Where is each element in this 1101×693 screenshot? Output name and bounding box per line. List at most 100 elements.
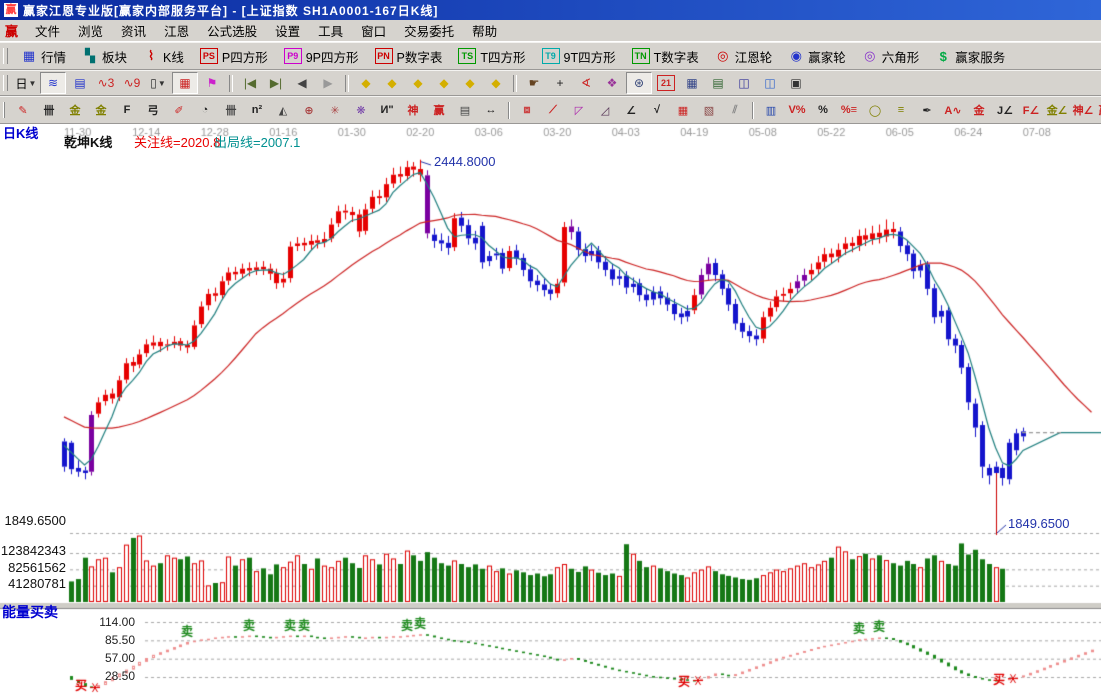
n-square-button[interactable]: n² bbox=[245, 100, 269, 120]
toolbar-button-kline[interactable]: ⌇K线 bbox=[135, 45, 192, 68]
menu-file[interactable]: 文件 bbox=[26, 19, 69, 42]
wave-9-button[interactable]: ∿9 bbox=[120, 73, 144, 93]
pen-tool-button[interactable]: ✎ bbox=[11, 100, 35, 120]
info-list-button[interactable]: ▤ bbox=[68, 73, 92, 93]
time-circle-button[interactable]: ◔ bbox=[193, 100, 217, 120]
fan-lines-button[interactable]: ⟋ bbox=[541, 100, 565, 120]
gold-grid-1-button[interactable]: 金 bbox=[63, 100, 87, 120]
first-bar-button[interactable]: |◀ bbox=[238, 73, 262, 93]
next-bar-button[interactable]: ▶ bbox=[316, 73, 340, 93]
menu-browse[interactable]: 浏览 bbox=[69, 19, 112, 42]
gann-web-button[interactable]: ❋ bbox=[349, 100, 373, 120]
last-bar-button[interactable]: ▶| bbox=[264, 73, 288, 93]
save-remote-button[interactable]: ◫ bbox=[758, 73, 782, 93]
gann-diamond-plus-button[interactable]: ◆ bbox=[484, 73, 508, 93]
gann-diamond-star-button[interactable]: ◆ bbox=[458, 73, 482, 93]
percent-button[interactable]: % bbox=[811, 100, 835, 120]
percent-lines-button[interactable]: %≡ bbox=[837, 100, 861, 120]
a-wave-button[interactable]: A∿ bbox=[941, 100, 965, 120]
gold-mark-button[interactable]: 金 bbox=[967, 100, 991, 120]
toolbar-button-9p-square[interactable]: P99P四方形 bbox=[276, 45, 367, 68]
ying-grid-button[interactable]: 赢 bbox=[427, 100, 451, 120]
candle-style-button[interactable]: ▯▼ bbox=[146, 73, 170, 93]
menu-help[interactable]: 帮助 bbox=[463, 19, 506, 42]
parallel-lines-button[interactable]: ⫽ bbox=[723, 100, 747, 120]
toolbar-button-t-square[interactable]: TST四方形 bbox=[450, 45, 533, 68]
save-button[interactable]: ◫ bbox=[732, 73, 756, 93]
indicator-panel-button[interactable]: ≋ bbox=[40, 72, 66, 94]
notes-button[interactable]: ▤ bbox=[706, 73, 730, 93]
qiankun-brain-button[interactable]: ⊛ bbox=[626, 72, 652, 94]
check-wave-button[interactable]: √ bbox=[645, 100, 669, 120]
ruler-table-button[interactable]: ▤ bbox=[453, 100, 477, 120]
shen-grid-button[interactable]: 神 bbox=[401, 100, 425, 120]
toolbar-button-winner-wheel[interactable]: ◉赢家轮 bbox=[780, 45, 854, 68]
h-expand-button[interactable]: ↔ bbox=[479, 100, 503, 120]
gann-diamond-left-button[interactable]: ◆ bbox=[354, 73, 378, 93]
gann-grid-button[interactable]: 卌 bbox=[37, 100, 61, 120]
fan-box-2-button[interactable]: ◿ bbox=[593, 100, 617, 120]
toolbar-button-gann-wheel[interactable]: ◎江恩轮 bbox=[707, 45, 781, 68]
circle-cross-button[interactable]: ⊕ bbox=[297, 100, 321, 120]
toolbar-button-p-square[interactable]: PSP四方形 bbox=[192, 45, 276, 68]
ink-pen-button[interactable]: ✒ bbox=[915, 100, 939, 120]
marker-pen-button[interactable]: ✐ bbox=[167, 100, 191, 120]
menu-settings[interactable]: 设置 bbox=[266, 19, 309, 42]
toolbar-button-winner-service[interactable]: $赢家服务 bbox=[927, 45, 1013, 68]
box-marker-button[interactable]: ⧈ bbox=[515, 100, 539, 120]
gann-diamond-right-button[interactable]: ◆ bbox=[380, 73, 404, 93]
prev-bar-button[interactable]: ◀ bbox=[290, 73, 314, 93]
shen-angle-button[interactable]: 神∠ bbox=[1071, 100, 1095, 120]
gold-lines-button[interactable]: ≡ bbox=[889, 100, 913, 120]
wave-notation-button[interactable]: И" bbox=[375, 100, 399, 120]
menu-trade-order[interactable]: 交易委托 bbox=[395, 19, 463, 42]
f-grid-button[interactable]: F bbox=[115, 100, 139, 120]
qiankun-grid-button[interactable]: ▦ bbox=[172, 72, 198, 94]
grid-red-button[interactable]: ▦ bbox=[671, 100, 695, 120]
menu-formula-stock[interactable]: 公式选股 bbox=[198, 19, 266, 42]
gold-lines-icon: ≡ bbox=[898, 104, 904, 116]
bow-spiral-button[interactable]: 弓 bbox=[141, 100, 165, 120]
toolbar-button-p-number-table[interactable]: PNP数字表 bbox=[367, 45, 451, 68]
toolbar-button-t-number-table[interactable]: TNT数字表 bbox=[624, 45, 707, 68]
j-angle-button[interactable]: J∠ bbox=[993, 100, 1017, 120]
period-day-selector-button[interactable]: 日▼ bbox=[14, 73, 38, 93]
pattern-tool-button[interactable]: ❖ bbox=[600, 73, 624, 93]
workstation-button[interactable]: ▣ bbox=[784, 73, 808, 93]
candle-style-dropdown-arrow[interactable]: ▼ bbox=[158, 79, 166, 88]
calendar-21-button[interactable]: 21 bbox=[654, 73, 678, 93]
menu-gann[interactable]: 江恩 bbox=[155, 19, 198, 42]
v-percent-button[interactable]: V% bbox=[785, 100, 809, 120]
gann-diamond-horizontal-button[interactable]: ◆ bbox=[406, 73, 430, 93]
angle-mirror-button[interactable]: ◭ bbox=[271, 100, 295, 120]
flag-chart-button[interactable]: ⚑ bbox=[200, 73, 224, 93]
chart-canvas[interactable] bbox=[0, 124, 1101, 693]
f-angle-button[interactable]: F∠ bbox=[1019, 100, 1043, 120]
gold-angle-button[interactable]: 金∠ bbox=[1045, 100, 1069, 120]
calculator-button[interactable]: ▦ bbox=[680, 73, 704, 93]
angle-measure-button[interactable]: ∢ bbox=[574, 73, 598, 93]
star-web-button[interactable]: ✳ bbox=[323, 100, 347, 120]
gann-diamond-horizontal-icon: ◆ bbox=[413, 76, 422, 90]
toolbar-button-9t-square[interactable]: T99T四方形 bbox=[534, 45, 624, 68]
gann-diamond-right-icon: ◆ bbox=[387, 76, 396, 90]
column-box-button[interactable]: ▥ bbox=[759, 100, 783, 120]
menu-window[interactable]: 窗口 bbox=[352, 19, 395, 42]
toolbar-button-quotes[interactable]: ▦行情 bbox=[13, 45, 74, 68]
grid-arrow-button[interactable]: ▧ bbox=[697, 100, 721, 120]
plain-grid-button[interactable]: 卌 bbox=[219, 100, 243, 120]
gold-grid-2-button[interactable]: 金 bbox=[89, 100, 113, 120]
period-day-selector-dropdown-arrow[interactable]: ▼ bbox=[29, 79, 37, 88]
hand-tool-button[interactable]: ☛ bbox=[522, 73, 546, 93]
fan-box-1-button[interactable]: ◸ bbox=[567, 100, 591, 120]
toolbar-button-sectors[interactable]: ▚板块 bbox=[74, 45, 135, 68]
toolbar-button-hexagon[interactable]: ◎六角形 bbox=[854, 45, 928, 68]
angle-draw-button[interactable]: ∠ bbox=[619, 100, 643, 120]
wave-3-button[interactable]: ∿3 bbox=[94, 73, 118, 93]
ying-angle-button[interactable]: 赢∠ bbox=[1097, 100, 1101, 120]
gann-diamond-cross-button[interactable]: ◆ bbox=[432, 73, 456, 93]
menu-news[interactable]: 资讯 bbox=[112, 19, 155, 42]
menu-tools[interactable]: 工具 bbox=[309, 19, 352, 42]
crosshair-tool-button[interactable]: + bbox=[548, 73, 572, 93]
gold-circle-button[interactable]: ◯ bbox=[863, 100, 887, 120]
